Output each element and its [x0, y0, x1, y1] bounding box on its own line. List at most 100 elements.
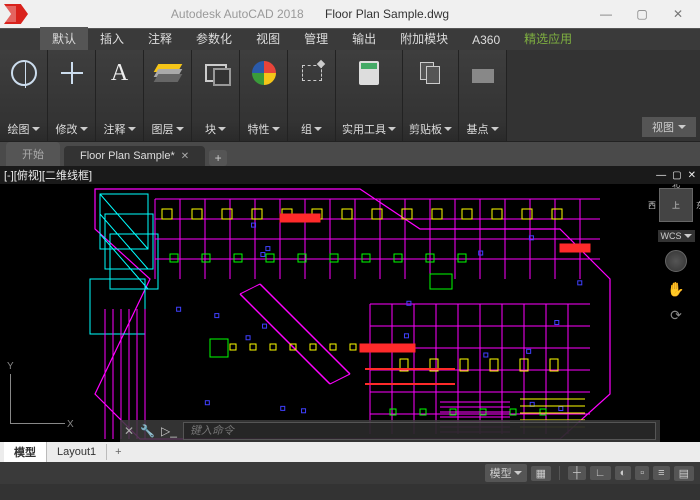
- title-bar: Autodesk AutoCAD 2018 Floor Plan Sample.…: [0, 0, 700, 28]
- ucs-y-label: Y: [7, 361, 14, 372]
- panel-base-label: 基点: [467, 121, 489, 137]
- app-name: Autodesk AutoCAD 2018: [171, 7, 304, 21]
- command-input[interactable]: [183, 422, 656, 440]
- title-text: Autodesk AutoCAD 2018 Floor Plan Sample.…: [32, 7, 588, 21]
- chevron-down-icon: [128, 127, 136, 131]
- file-tab-active[interactable]: Floor Plan Sample* ✕: [64, 146, 205, 166]
- ribbon-tab-featured[interactable]: 精选应用: [512, 27, 584, 50]
- panel-layers-label: 图层: [152, 121, 174, 137]
- file-tab-start[interactable]: 开始: [6, 142, 60, 166]
- nav-tools: 上 北 东 西 WCS ✋ ⟳: [656, 188, 696, 324]
- layout-tab-layout1[interactable]: Layout1: [47, 444, 107, 460]
- ribbon-tab-insert[interactable]: 插入: [88, 27, 136, 50]
- ribbon-view-label: 视图: [652, 119, 674, 135]
- chevron-down-icon: [444, 127, 452, 131]
- ribbon-tab-parametric[interactable]: 参数化: [184, 27, 244, 50]
- chevron-down-icon: [388, 127, 396, 131]
- status-snap-button[interactable]: ┼: [568, 466, 586, 480]
- panel-layers[interactable]: 图层: [144, 50, 192, 141]
- nav-wheel-icon[interactable]: [665, 250, 687, 272]
- pan-icon[interactable]: ✋: [667, 280, 685, 298]
- status-model-button[interactable]: 模型: [485, 464, 527, 482]
- panel-draw[interactable]: 绘图: [0, 50, 48, 141]
- ribbon-view-selector[interactable]: 视图: [642, 117, 696, 137]
- view-cube-face: 上: [672, 200, 680, 211]
- layout-tab-model[interactable]: 模型: [4, 442, 47, 462]
- cmd-customize-icon[interactable]: 🔧: [140, 424, 155, 438]
- panel-utilities-label: 实用工具: [342, 121, 386, 137]
- ribbon: 绘图 修改 A 注释 图层 块 特性 组 实用工具 剪贴板 基点 视图: [0, 50, 700, 142]
- file-tab-start-label: 开始: [22, 146, 44, 162]
- cmd-close-icon[interactable]: ✕: [124, 424, 134, 438]
- ribbon-tab-addins[interactable]: 附加模块: [388, 27, 460, 50]
- panel-properties[interactable]: 特性: [240, 50, 288, 141]
- panel-draw-label: 绘图: [8, 121, 30, 137]
- viewport-label[interactable]: [-][俯视][二维线框]: [4, 167, 92, 183]
- view-cube[interactable]: 上 北 东 西: [659, 188, 693, 222]
- window-close-button[interactable]: ✕: [660, 0, 696, 28]
- panel-annotate[interactable]: A 注释: [96, 50, 144, 141]
- ribbon-tab-manage[interactable]: 管理: [292, 27, 340, 50]
- chevron-down-icon: [491, 127, 499, 131]
- view-cube-north: 北: [672, 184, 680, 190]
- ribbon-tab-annotate[interactable]: 注释: [136, 27, 184, 50]
- status-grid-button[interactable]: ▦: [531, 466, 551, 481]
- chevron-down-icon: [80, 127, 88, 131]
- status-ortho-button[interactable]: ∟: [590, 466, 611, 480]
- panel-group[interactable]: 组: [288, 50, 336, 141]
- status-transparency-button[interactable]: ▤: [674, 466, 694, 481]
- ribbon-tab-view[interactable]: 视图: [244, 27, 292, 50]
- file-name: Floor Plan Sample.dwg: [325, 7, 449, 21]
- ribbon-tab-default[interactable]: 默认: [40, 27, 88, 50]
- drawing-canvas[interactable]: Y X 上 北 东 西 WCS ✋ ⟳ ✕ 🔧 ▷_: [0, 184, 700, 442]
- status-lineweight-button[interactable]: ≡: [653, 466, 669, 480]
- file-tab-close-icon[interactable]: ✕: [181, 151, 189, 162]
- ribbon-tabs: 默认 插入 注释 参数化 视图 管理 输出 附加模块 A360 精选应用: [0, 28, 700, 50]
- viewport-close-button[interactable]: ✕: [688, 170, 696, 181]
- status-polar-button[interactable]: ◐: [615, 466, 632, 480]
- ucs-x-label: X: [67, 419, 74, 430]
- status-bar: 模型 ▦ ┼ ∟ ◐ ▫ ≡ ▤: [0, 462, 700, 484]
- ribbon-tab-a360[interactable]: A360: [460, 30, 512, 50]
- viewport-minimize-button[interactable]: —: [656, 170, 666, 181]
- orbit-icon[interactable]: ⟳: [667, 306, 685, 324]
- ribbon-tab-output[interactable]: 输出: [340, 27, 388, 50]
- draw-icon: [9, 58, 39, 88]
- layers-icon: [153, 58, 183, 88]
- modify-icon: [57, 58, 87, 88]
- clipboard-icon: [416, 58, 446, 88]
- viewport-maximize-button[interactable]: ▢: [672, 170, 681, 181]
- panel-block[interactable]: 块: [192, 50, 240, 141]
- panel-modify[interactable]: 修改: [48, 50, 96, 141]
- chevron-down-icon: [678, 125, 686, 129]
- layout-tab-add-button[interactable]: +: [107, 446, 129, 458]
- file-tab-active-label: Floor Plan Sample*: [80, 150, 175, 162]
- panel-modify-label: 修改: [56, 121, 78, 137]
- command-line: ✕ 🔧 ▷_: [120, 420, 660, 442]
- panel-block-label: 块: [205, 121, 216, 137]
- app-logo-icon: [4, 4, 28, 24]
- viewport-header: [-][俯视][二维线框] — ▢ ✕: [0, 166, 700, 184]
- panel-base[interactable]: 基点: [459, 50, 507, 141]
- block-icon: [201, 58, 231, 88]
- wcs-label[interactable]: WCS: [658, 230, 695, 242]
- panel-utilities[interactable]: 实用工具: [336, 50, 403, 141]
- view-cube-west: 西: [648, 200, 656, 211]
- status-osnap-button[interactable]: ▫: [635, 466, 649, 480]
- cmd-prompt-icon: ▷_: [161, 424, 177, 438]
- window-minimize-button[interactable]: —: [588, 0, 624, 28]
- file-tab-add-button[interactable]: +: [209, 150, 227, 166]
- file-tabs: 开始 Floor Plan Sample* ✕ +: [0, 142, 700, 166]
- chevron-down-icon: [514, 471, 522, 475]
- ribbon-end: 视图: [507, 50, 700, 141]
- group-icon: [297, 58, 327, 88]
- annotate-icon: A: [105, 58, 135, 88]
- chevron-down-icon: [218, 127, 226, 131]
- chevron-down-icon: [32, 127, 40, 131]
- chevron-down-icon: [272, 127, 280, 131]
- panel-clipboard[interactable]: 剪贴板: [403, 50, 459, 141]
- view-cube-east: 东: [696, 200, 700, 211]
- properties-icon: [249, 58, 279, 88]
- floor-plan-drawing: [0, 184, 630, 442]
- window-maximize-button[interactable]: ▢: [624, 0, 660, 28]
